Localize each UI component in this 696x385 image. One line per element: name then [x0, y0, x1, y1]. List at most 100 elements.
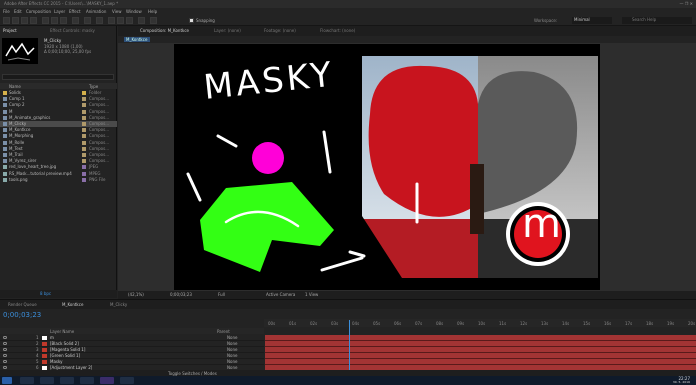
- project-item[interactable]: M_Vyrez_sirer Compos...: [0, 158, 117, 164]
- menu-view[interactable]: View: [112, 9, 122, 14]
- layer-color-swatch[interactable]: [42, 354, 47, 358]
- project-item[interactable]: M Compos...: [0, 109, 117, 115]
- item-label-swatch[interactable]: [82, 140, 86, 145]
- tab-project[interactable]: Project: [3, 28, 17, 33]
- parent-dropdown[interactable]: None: [227, 335, 237, 340]
- parent-header[interactable]: Parent: [217, 329, 230, 334]
- puppet-tool-icon[interactable]: [150, 17, 157, 24]
- menu-effect[interactable]: Effect: [69, 9, 81, 14]
- layer-color-swatch[interactable]: [42, 360, 47, 364]
- parent-dropdown[interactable]: None: [227, 341, 237, 346]
- composition-canvas[interactable]: MASKY m: [174, 44, 600, 290]
- resolution-dropdown[interactable]: Full: [218, 292, 225, 297]
- views-dropdown[interactable]: 1 View: [305, 292, 318, 297]
- project-item[interactable]: tools.png PNG File: [0, 177, 117, 183]
- project-item[interactable]: M_Text Compos...: [0, 146, 117, 152]
- layer-color-swatch[interactable]: [42, 336, 47, 340]
- project-item[interactable]: M_Trail Compos...: [0, 152, 117, 158]
- layer-name-header[interactable]: Layer Name: [50, 329, 74, 334]
- explorer-icon[interactable]: [20, 377, 34, 384]
- bpc-label[interactable]: 8 bpc: [40, 291, 51, 296]
- camera-tool-icon[interactable]: [51, 17, 58, 24]
- home-tool-icon[interactable]: [3, 17, 10, 24]
- layer-name[interactable]: m: [50, 335, 54, 340]
- menu-composition[interactable]: Composition: [26, 9, 51, 14]
- tab-timeline-clicky[interactable]: M_Clicky: [110, 302, 127, 307]
- parent-dropdown[interactable]: None: [227, 347, 237, 352]
- layer-name[interactable]: [Magenta Solid 1]: [50, 347, 85, 352]
- after-effects-icon[interactable]: [100, 377, 114, 384]
- tab-footage[interactable]: Footage: (none): [264, 28, 296, 33]
- menu-help[interactable]: Help: [148, 9, 157, 14]
- brush-tool-icon[interactable]: [108, 17, 115, 24]
- item-label-swatch[interactable]: [82, 171, 86, 176]
- parent-dropdown[interactable]: None: [227, 359, 237, 364]
- selection-tool-icon[interactable]: [12, 17, 19, 24]
- tab-effect-controls[interactable]: Effect Controls: masky: [50, 28, 95, 33]
- item-label-swatch[interactable]: [82, 91, 86, 95]
- item-label-swatch[interactable]: [82, 128, 86, 133]
- item-label-swatch[interactable]: [82, 97, 86, 102]
- item-label-swatch[interactable]: [82, 103, 86, 108]
- layer-name[interactable]: [Green Solid 1]: [50, 353, 80, 358]
- camera-dropdown[interactable]: Active Camera: [266, 292, 295, 297]
- rotate-tool-icon[interactable]: [42, 17, 49, 24]
- search-help-input[interactable]: Search Help: [622, 17, 692, 24]
- layer-name[interactable]: Masky: [50, 359, 63, 364]
- magnification-dropdown[interactable]: (42,1%): [128, 292, 144, 297]
- visibility-eye-icon[interactable]: [3, 336, 7, 339]
- item-label-swatch[interactable]: [82, 177, 86, 182]
- tab-flowchart[interactable]: Flowchart: (none): [320, 28, 355, 33]
- menu-window[interactable]: Window: [126, 9, 142, 14]
- media-icon[interactable]: [60, 377, 74, 384]
- workspace-dropdown[interactable]: Minimal: [572, 17, 612, 24]
- column-name[interactable]: Name: [9, 84, 21, 89]
- clone-stamp-tool-icon[interactable]: [117, 17, 124, 24]
- visibility-eye-icon[interactable]: [3, 342, 7, 345]
- item-label-swatch[interactable]: [82, 153, 86, 157]
- playhead[interactable]: [349, 320, 350, 370]
- tab-layer[interactable]: Layer: (none): [214, 28, 241, 33]
- layer-name[interactable]: [Black Solid 2]: [50, 341, 79, 346]
- pan-behind-tool-icon[interactable]: [60, 17, 67, 24]
- current-timecode[interactable]: 0;00;03;23: [3, 311, 41, 319]
- project-item[interactable]: M_Morphing Compos...: [0, 133, 117, 139]
- project-item[interactable]: M_Rolle Compos...: [0, 140, 117, 146]
- menu-animation[interactable]: Animation: [86, 9, 106, 14]
- time-ruler[interactable]: 00s 01s 02s 03s 04s 05s 06s 07s 08s 09s 10s 11s 12s 1…: [264, 319, 696, 327]
- parent-dropdown[interactable]: None: [227, 353, 237, 358]
- zoom-tool-icon[interactable]: [30, 17, 37, 24]
- layer-color-swatch[interactable]: [42, 342, 47, 346]
- item-label-swatch[interactable]: [82, 165, 86, 170]
- premiere-icon[interactable]: [120, 377, 134, 384]
- visibility-eye-icon[interactable]: [3, 354, 7, 357]
- item-label-swatch[interactable]: [82, 134, 86, 139]
- start-icon[interactable]: [2, 377, 12, 384]
- photoshop-icon[interactable]: [80, 377, 94, 384]
- menu-file[interactable]: File: [3, 9, 10, 14]
- item-label-swatch[interactable]: [82, 159, 86, 164]
- project-search-input[interactable]: [2, 74, 114, 80]
- item-label-swatch[interactable]: [82, 115, 86, 120]
- item-label-swatch[interactable]: [82, 109, 86, 114]
- tab-render-queue[interactable]: Render Queue: [8, 302, 37, 307]
- project-item[interactable]: red_love_heart_tree.jpg JPEG: [0, 164, 117, 170]
- project-item[interactable]: Solids Folder: [0, 90, 117, 96]
- menu-edit[interactable]: Edit: [14, 9, 22, 14]
- tab-composition[interactable]: Composition: M_Kontkce: [140, 28, 189, 33]
- pen-tool-icon[interactable]: [84, 17, 91, 24]
- viewer-timecode[interactable]: 0;00;03;23: [170, 292, 192, 297]
- window-controls[interactable]: — ❐ ✕: [680, 1, 693, 6]
- project-item[interactable]: RS_Mask...tutorial preview.mp4 MPEG: [0, 171, 117, 177]
- visibility-eye-icon[interactable]: [3, 360, 7, 363]
- eraser-tool-icon[interactable]: [126, 17, 133, 24]
- type-tool-icon[interactable]: [96, 17, 103, 24]
- project-item[interactable]: M_Animate_graphics Compos...: [0, 115, 117, 121]
- snapping-checkbox[interactable]: [189, 18, 194, 23]
- visibility-eye-icon[interactable]: [3, 348, 7, 351]
- breadcrumb-comp[interactable]: M_Kontkce: [124, 37, 150, 42]
- browser-icon[interactable]: [40, 377, 54, 384]
- project-item[interactable]: M_Kontkce Compos...: [0, 127, 117, 133]
- column-type[interactable]: Type: [89, 84, 98, 89]
- rectangle-tool-icon[interactable]: [72, 17, 79, 24]
